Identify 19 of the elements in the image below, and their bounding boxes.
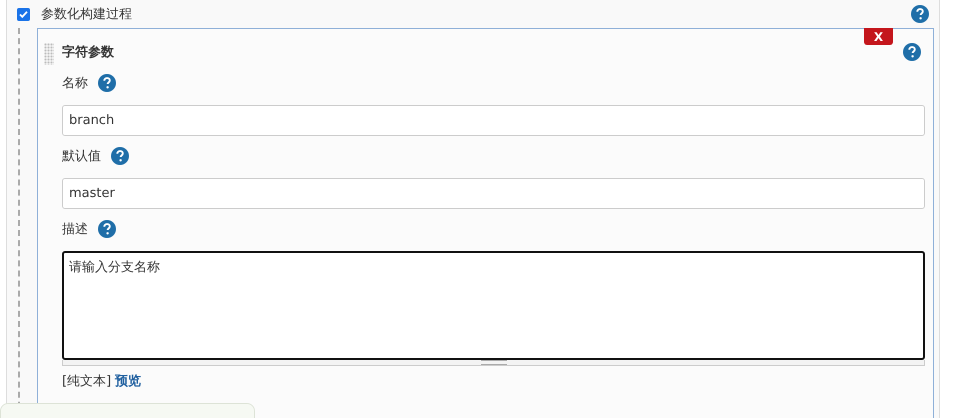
help-icon[interactable] — [111, 147, 129, 165]
description-field[interactable]: 请输入分支名称 — [62, 251, 925, 360]
help-icon[interactable] — [98, 74, 116, 92]
checkbox[interactable] — [17, 8, 30, 20]
preview-link[interactable]: 预览 — [115, 372, 142, 390]
format-label: [纯文本] — [62, 373, 112, 390]
parameter-title: 字符参数 — [62, 44, 114, 62]
help-icon[interactable] — [903, 43, 921, 61]
resize-handle[interactable] — [62, 360, 925, 366]
help-icon[interactable] — [911, 5, 929, 23]
field-label: 名称 — [62, 75, 88, 92]
help-icon[interactable] — [98, 220, 116, 238]
field-label: 描述 — [62, 221, 88, 238]
checkbox-label: 参数化构建过程 — [41, 6, 133, 23]
delete-button[interactable]: X — [864, 28, 893, 45]
field-label: 默认值 — [62, 148, 101, 165]
input-field[interactable]: master — [62, 178, 925, 209]
drag-handle[interactable] — [44, 43, 54, 65]
input-field[interactable]: branch — [62, 105, 925, 136]
